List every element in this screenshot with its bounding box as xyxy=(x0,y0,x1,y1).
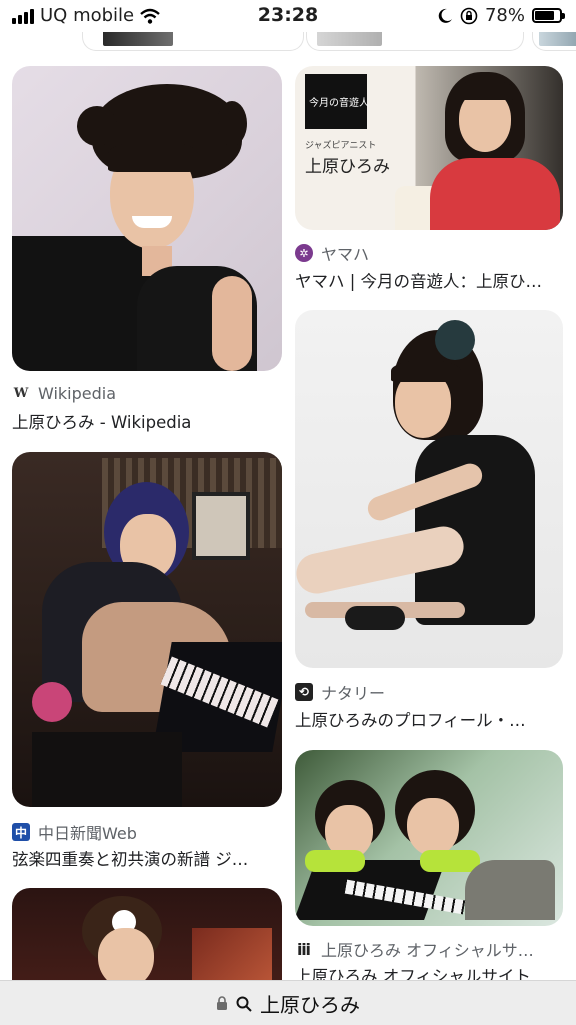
result-title[interactable]: 弦楽四重奏と初共演の新譜 ジ… xyxy=(12,846,282,870)
battery-percent: 78% xyxy=(484,5,525,26)
moon-icon xyxy=(438,8,452,23)
orientation-lock-icon xyxy=(460,7,478,24)
result-source: ヤマハ xyxy=(321,245,370,264)
search-icon xyxy=(236,996,252,1012)
result-source: ナタリー xyxy=(321,684,386,703)
url-text[interactable]: 上原ひろみ xyxy=(260,989,360,1018)
natalie-logo-icon: ⟲ xyxy=(295,683,313,701)
status-bar: UQ mobile 23:28 78% xyxy=(0,0,576,32)
result-image[interactable] xyxy=(12,66,282,371)
result-title[interactable]: 上原ひろみのプロフィール・… xyxy=(295,707,563,731)
url-bar[interactable]: 上原ひろみ xyxy=(0,980,576,1025)
result-title[interactable]: 上原ひろみ - Wikipedia xyxy=(12,409,282,433)
yamaha-logo-icon: ✲ xyxy=(295,244,313,262)
result-image[interactable] xyxy=(295,750,563,926)
battery-icon xyxy=(532,8,565,23)
result-image[interactable] xyxy=(12,452,282,807)
result-image[interactable]: 今月の音遊人 ジャズピアニスト 上原ひろみ xyxy=(295,66,563,230)
result-image[interactable] xyxy=(295,310,563,668)
result-source: 上原ひろみ オフィシャルサ… xyxy=(321,941,534,960)
image-heading: 今月の音遊人 xyxy=(309,98,369,109)
result-title[interactable]: ヤマハ | 今月の音遊人：上原ひ… xyxy=(295,268,563,292)
result-source: 中日新聞Web xyxy=(38,824,137,843)
image-sub: ジャズピアニスト xyxy=(305,141,377,151)
lock-icon xyxy=(217,996,227,1010)
image-name: 上原ひろみ xyxy=(305,157,390,177)
result-source: Wikipedia xyxy=(38,384,117,403)
chunichi-logo-icon: 中 xyxy=(12,823,30,841)
official-site-icon: ⅲ xyxy=(297,939,311,959)
wikipedia-w-icon: W xyxy=(13,386,29,401)
